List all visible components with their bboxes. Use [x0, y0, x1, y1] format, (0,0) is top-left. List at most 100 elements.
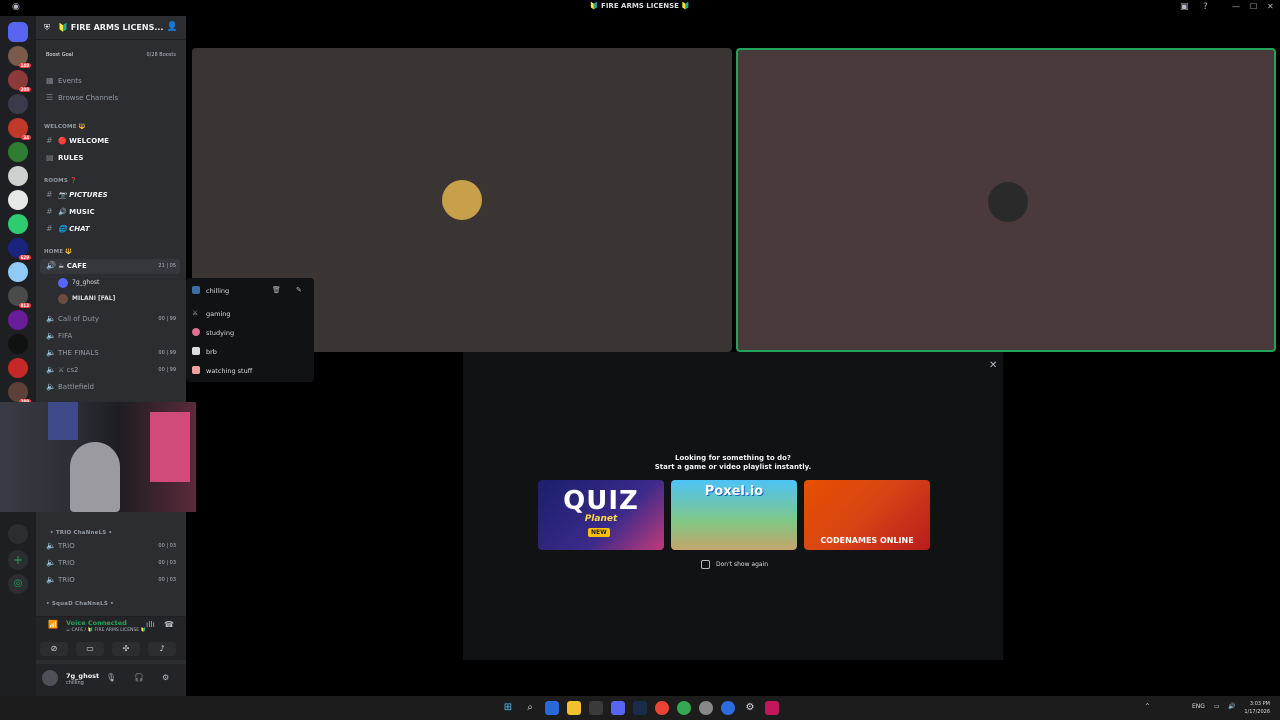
channel-trio[interactable]: 🔈 TRIO 00 | 03	[40, 539, 180, 554]
status-option[interactable]: watching stuff	[192, 363, 308, 379]
status-option[interactable]: studying	[192, 325, 308, 341]
server-icon[interactable]	[8, 142, 28, 162]
server-icon[interactable]	[8, 310, 28, 330]
noise-suppression-icon[interactable]: ıllı	[146, 620, 155, 629]
speaker-icon: 🔈	[46, 314, 56, 323]
channel-rules[interactable]: ▤ RULES	[40, 151, 180, 166]
server-icon[interactable]	[8, 524, 28, 544]
category-trio[interactable]: • TRIO ChaNneLS •	[50, 530, 112, 536]
chevron-up-icon[interactable]: ^	[1145, 703, 1150, 710]
network-icon[interactable]: ▭	[1214, 703, 1220, 710]
channel-trio[interactable]: 🔈 TRIO 00 | 03	[40, 573, 180, 588]
inbox-icon[interactable]: ▣	[1180, 2, 1189, 12]
video-tile-speaking[interactable]	[736, 48, 1276, 352]
game-card-codenames[interactable]: CODENAMES ONLINE	[804, 480, 930, 550]
copilot-icon[interactable]	[545, 701, 559, 715]
channel-pictures[interactable]: # 📷 PICTURES	[40, 188, 180, 203]
channel-battlefield[interactable]: 🔈 Battlefield	[40, 380, 180, 395]
maximize-button[interactable]: ☐	[1250, 2, 1257, 11]
language-indicator[interactable]: ENG	[1192, 703, 1205, 710]
obs-icon[interactable]	[765, 701, 779, 715]
events-item[interactable]: ▦ Events	[40, 74, 180, 89]
browse-channels-item[interactable]: ☰ Browse Channels	[40, 91, 180, 106]
settings-gear-icon[interactable]: ⚙	[162, 673, 169, 682]
server-icon[interactable]	[8, 190, 28, 210]
search-icon[interactable]: ⌕	[523, 701, 537, 715]
screen-share-icon[interactable]: ▭	[76, 642, 104, 656]
status-option[interactable]: ⚔ gaming	[192, 306, 308, 322]
discover-icon[interactable]: ◎	[8, 574, 28, 594]
chrome-icon[interactable]	[655, 701, 669, 715]
soundboard-icon[interactable]: ♪	[148, 642, 176, 656]
server-icon[interactable]: 629	[8, 238, 31, 260]
server-icon[interactable]	[8, 94, 28, 114]
volume-icon[interactable]: 🔊	[1228, 703, 1235, 710]
server-icon[interactable]: 148	[8, 46, 31, 68]
headphones-icon[interactable]: 🎧	[134, 673, 144, 682]
steam-icon[interactable]	[633, 701, 647, 715]
voice-member[interactable]: 7g_ghost	[58, 276, 178, 290]
store-icon[interactable]	[589, 701, 603, 715]
app-icon[interactable]	[677, 701, 691, 715]
settings-icon[interactable]: ⚙	[743, 701, 757, 715]
server-icon[interactable]	[8, 358, 28, 378]
trash-icon[interactable]: 🗑	[272, 286, 281, 294]
windows-start-icon[interactable]: ⊞	[501, 701, 515, 715]
file-explorer-icon[interactable]	[567, 701, 581, 715]
discord-taskbar-icon[interactable]	[611, 701, 625, 715]
channel-welcome[interactable]: # 🔴 WELCOME	[40, 134, 180, 149]
minimize-button[interactable]: —	[1232, 2, 1240, 11]
channel-cafe[interactable]: 🔊 ☕ CAFE 21 | 05	[40, 259, 180, 274]
channel-label: Battlefield	[58, 383, 94, 391]
server-icon[interactable]: 913	[8, 286, 31, 308]
channel-the-finals[interactable]: 🔈 THE FINALS 00 | 99	[40, 346, 180, 361]
game-card-quiz-planet[interactable]: QUIZ Planet NEW	[538, 480, 664, 550]
channel-call-of-duty[interactable]: 🔈 Call of Duty 00 | 99	[40, 312, 180, 327]
help-icon[interactable]: ?	[1203, 2, 1208, 12]
server-icon[interactable]: 208	[8, 70, 31, 92]
server-icon[interactable]	[8, 214, 28, 234]
boost-goal[interactable]: Boost Goal 0/28 Boosts	[42, 49, 180, 61]
channel-trio[interactable]: 🔈 TRIO 00 | 03	[40, 556, 180, 571]
channel-label: 📷 PICTURES	[58, 191, 108, 199]
server-icon[interactable]	[8, 262, 28, 282]
channel-music[interactable]: # 🔊 MUSIC	[40, 205, 180, 220]
server-icon[interactable]: 34	[8, 118, 31, 140]
close-icon[interactable]: ✕	[989, 360, 997, 371]
server-icon[interactable]: 289	[8, 382, 31, 404]
avatar[interactable]	[42, 670, 58, 686]
app-icon[interactable]	[721, 701, 735, 715]
signal-icon[interactable]: 📶	[48, 620, 58, 629]
hash-icon: #	[46, 190, 53, 199]
server-icon[interactable]	[8, 334, 28, 354]
channel-label: 🔴 WELCOME	[58, 137, 109, 145]
add-server-icon[interactable]: +	[8, 550, 28, 570]
category-squad[interactable]: • SquaD ChaNneLS •	[46, 601, 114, 607]
home-server-icon[interactable]	[8, 22, 28, 42]
channel-fifa[interactable]: 🔈 FIFA	[40, 329, 180, 344]
voice-member[interactable]: MILANI [FAL]	[58, 292, 178, 306]
checkbox[interactable]	[701, 560, 710, 569]
category-welcome[interactable]: WELCOME 🔱	[44, 124, 86, 130]
channel-cs2[interactable]: 🔈 ⚔ cs2 00 | 99	[40, 363, 180, 378]
close-window-button[interactable]: ✕	[1267, 2, 1274, 11]
mic-icon[interactable]: 🎙	[106, 673, 116, 682]
server-header[interactable]: ⛨ 🔰 FIRE ARMS LICENS... 👤	[36, 16, 186, 40]
username[interactable]: 7g_ghost	[66, 672, 99, 680]
channel-chat[interactable]: # 🌐 CHAT	[40, 222, 180, 237]
disconnect-icon[interactable]: ☎	[164, 620, 174, 629]
category-rooms[interactable]: ROOMS ❓	[44, 178, 77, 184]
status-option[interactable]: brb	[192, 344, 308, 360]
voice-location[interactable]: ☕ CAFE / 🔰 FIRE ARMS LICENSE 🔰	[66, 628, 146, 633]
game-card-poxel[interactable]: Poxel.io	[671, 480, 797, 550]
server-icon[interactable]	[8, 166, 28, 186]
game-title: Poxel.io	[704, 484, 764, 499]
status-current[interactable]: chilling	[192, 283, 308, 299]
category-home[interactable]: HOME 🔱	[44, 249, 72, 255]
invite-icon[interactable]: 👤	[167, 22, 178, 32]
activity-icon[interactable]: ✣	[112, 642, 140, 656]
edit-icon[interactable]: ✎	[296, 286, 302, 294]
camera-off-icon[interactable]: ⊘	[40, 642, 68, 656]
app-icon[interactable]	[699, 701, 713, 715]
clock[interactable]: 3:03 PM 1/17/2026	[1244, 700, 1270, 716]
